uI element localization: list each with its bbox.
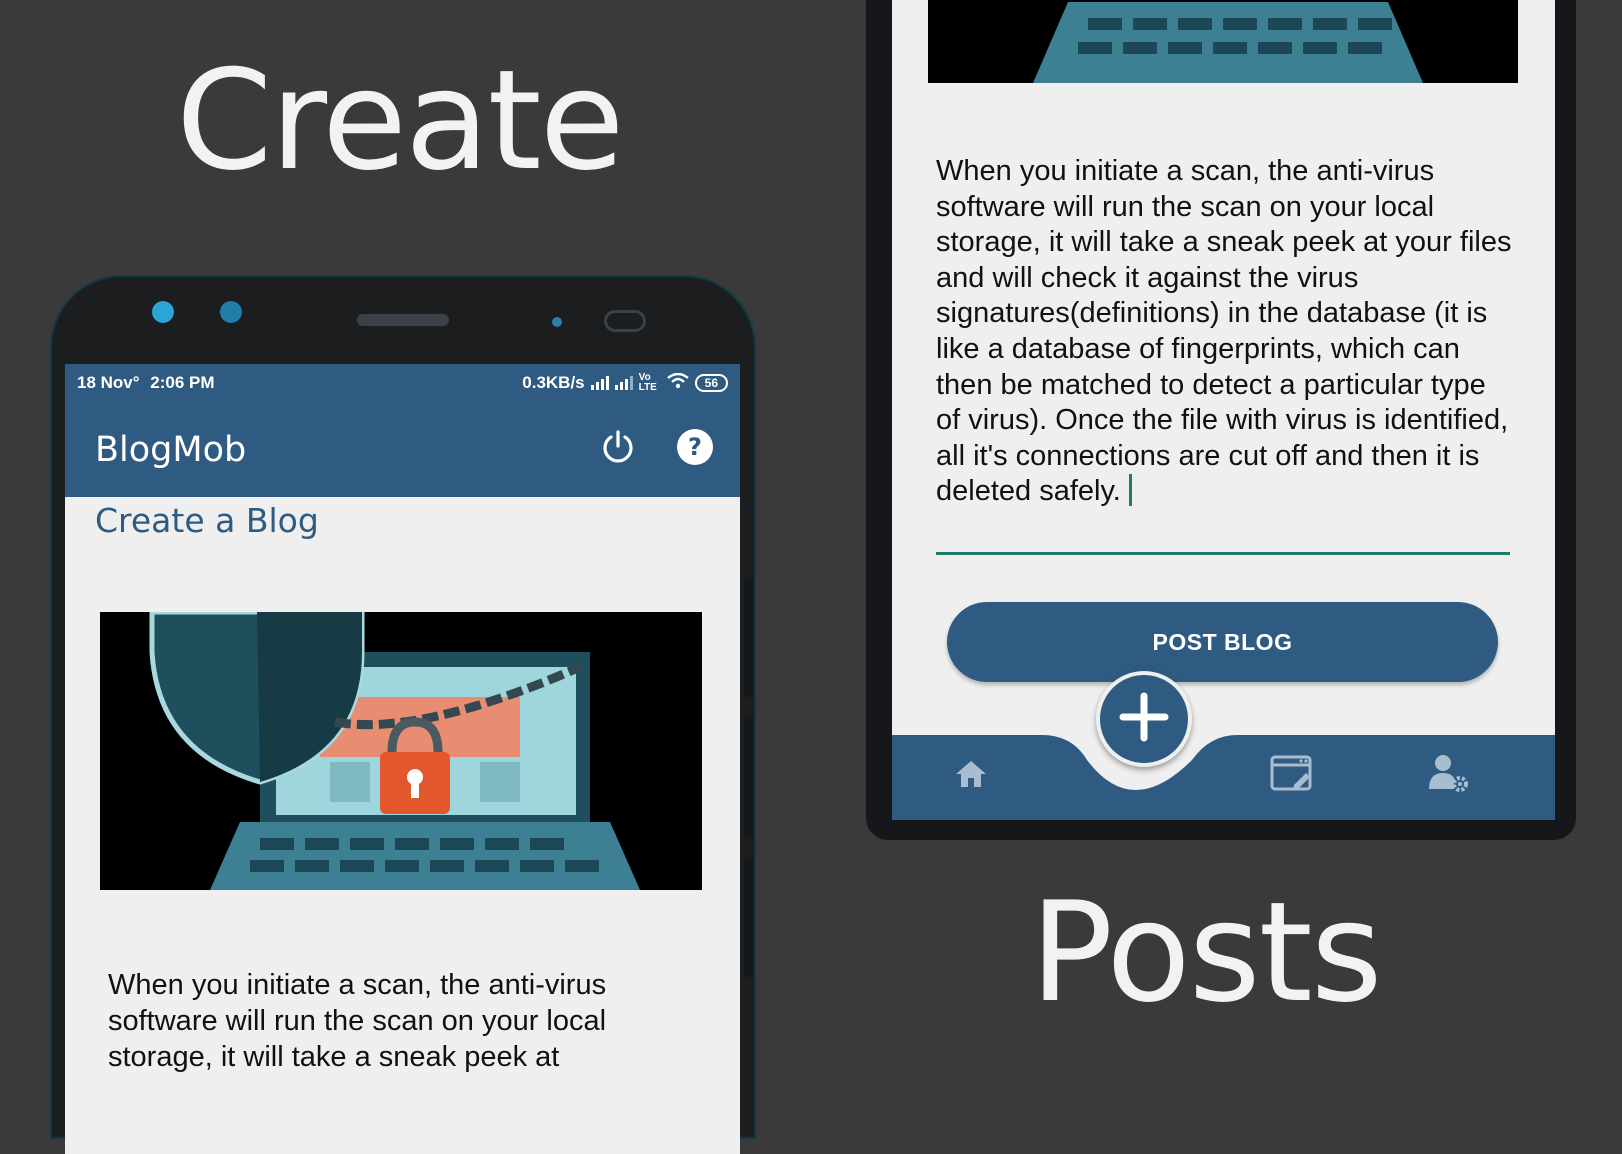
right-phone-screen: When you initiate a scan, the anti-virus… bbox=[892, 0, 1555, 820]
left-phone-frame: 18 Nov° 2:06 PM 0.3KB/s Vo LTE 56 BlogMo… bbox=[50, 275, 756, 1154]
add-post-fab[interactable] bbox=[1096, 671, 1192, 767]
right-phone-frame: When you initiate a scan, the anti-virus… bbox=[866, 0, 1576, 840]
status-time: 2:06 PM bbox=[150, 373, 215, 392]
phone-side-button bbox=[744, 717, 754, 837]
home-icon[interactable] bbox=[954, 759, 988, 794]
proximity-sensor bbox=[552, 317, 562, 327]
blog-cover-image-cropped bbox=[928, 0, 1518, 83]
blog-text-line: When you initiate a scan, the anti-virus bbox=[108, 969, 607, 1001]
left-phone-screen: 18 Nov° 2:06 PM 0.3KB/s Vo LTE 56 BlogMo… bbox=[65, 364, 740, 1154]
posts-headline: Posts bbox=[1030, 872, 1383, 1033]
phone-side-button bbox=[744, 577, 754, 697]
create-headline: Create bbox=[176, 40, 625, 201]
battery-indicator: 56 bbox=[694, 374, 728, 392]
front-camera bbox=[220, 301, 242, 323]
blog-text-input[interactable]: When you initiate a scan, the anti-virus… bbox=[936, 154, 1516, 510]
page-title: Create a Blog bbox=[95, 501, 319, 540]
blog-text-preview[interactable]: When you initiate a scan, the anti-virus… bbox=[108, 967, 708, 1075]
status-date: 18 Nov° bbox=[77, 373, 140, 392]
profile-settings-icon[interactable] bbox=[1427, 753, 1471, 800]
phone-side-button bbox=[744, 857, 754, 977]
front-camera bbox=[152, 301, 174, 323]
blog-cover-image[interactable] bbox=[100, 612, 702, 890]
laptop-shield-lock-illustration bbox=[100, 612, 702, 890]
network-speed: 0.3KB/s bbox=[522, 373, 585, 392]
blog-text-line: software will run the scan on your local bbox=[108, 1005, 607, 1037]
posts-icon[interactable] bbox=[1270, 755, 1314, 798]
laptop-illustration bbox=[928, 0, 1518, 83]
add-icon bbox=[1117, 690, 1171, 749]
power-icon[interactable] bbox=[599, 428, 637, 471]
help-icon[interactable]: ? bbox=[675, 427, 715, 472]
signal-bars-icon bbox=[590, 376, 609, 390]
post-blog-button[interactable]: POST BLOG bbox=[947, 602, 1498, 682]
text-input-underline bbox=[936, 552, 1510, 555]
volte-label: Vo LTE bbox=[638, 372, 657, 393]
wifi-icon bbox=[666, 372, 689, 394]
app-bar: BlogMob ? bbox=[65, 402, 740, 497]
bottom-navigation bbox=[892, 735, 1555, 820]
sensor-pill bbox=[604, 310, 646, 332]
svg-text:?: ? bbox=[688, 433, 702, 461]
status-bar: 18 Nov° 2:06 PM 0.3KB/s Vo LTE 56 bbox=[65, 364, 740, 402]
text-cursor bbox=[1128, 474, 1132, 507]
blog-text-content: When you initiate a scan, the anti-virus… bbox=[936, 155, 1512, 508]
blog-text-line: storage, it will take a sneak peek at bbox=[108, 1041, 560, 1073]
signal-bars-icon bbox=[614, 376, 633, 390]
earpiece-speaker bbox=[357, 314, 449, 326]
app-title: BlogMob bbox=[95, 429, 247, 470]
